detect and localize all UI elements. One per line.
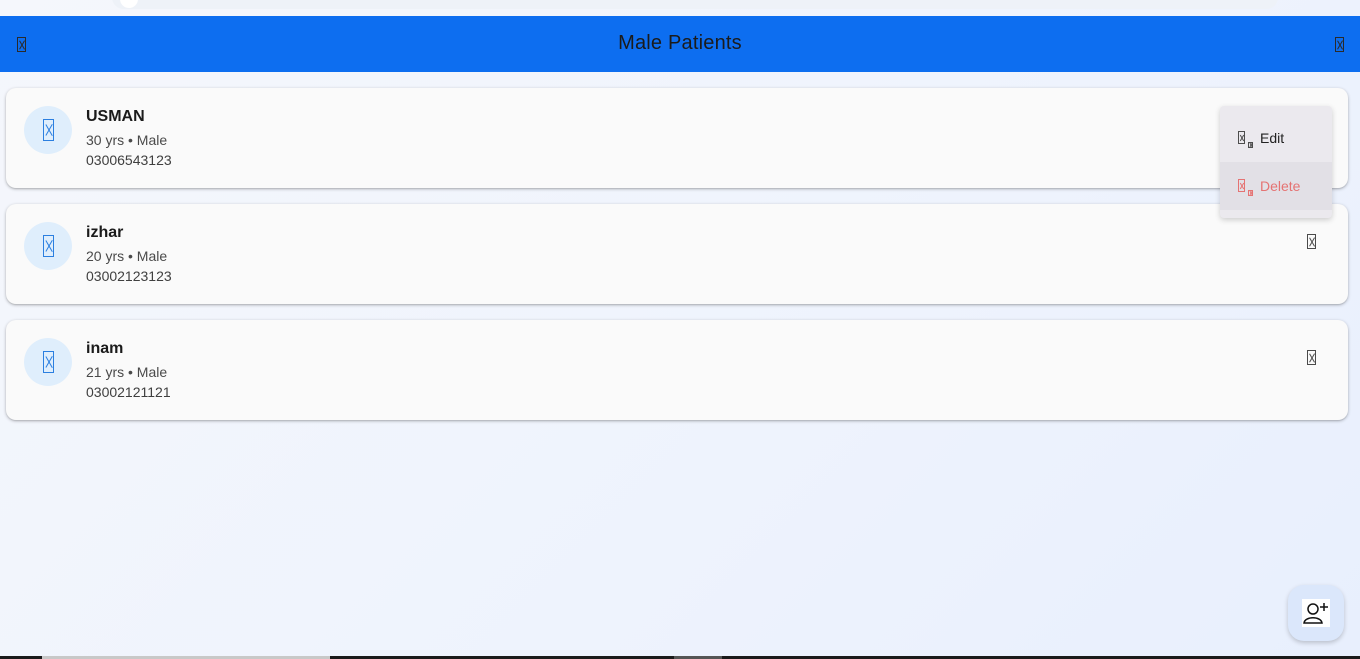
add-person-icon — [1302, 599, 1330, 627]
edit-label: Edit — [1260, 130, 1285, 146]
delete-label: Delete — [1260, 178, 1301, 194]
patient-phone: 03002121121 — [86, 384, 171, 400]
page-title: Male Patients — [618, 32, 742, 54]
delete-menu-item[interactable]: Delete — [1220, 162, 1332, 210]
add-patient-button[interactable] — [1288, 585, 1344, 641]
search-bar[interactable] — [112, 0, 1278, 9]
person-icon — [43, 351, 54, 373]
edit-badge-icon — [1248, 142, 1253, 148]
search-icon — [120, 0, 138, 8]
patient-card[interactable]: USMAN 30 yrs • Male 03006543123 — [6, 88, 1348, 188]
patient-name: izhar — [86, 224, 124, 241]
options-popup-menu: Edit Delete — [1220, 106, 1332, 218]
patient-meta: 30 yrs • Male — [86, 132, 168, 148]
patient-meta: 20 yrs • Male — [86, 248, 168, 264]
avatar — [24, 222, 72, 270]
patient-phone: 03002123123 — [86, 268, 172, 284]
edit-menu-item[interactable]: Edit — [1220, 114, 1332, 162]
patient-phone: 03006543123 — [86, 152, 172, 168]
more-options-icon[interactable] — [1307, 234, 1316, 249]
patient-name: inam — [86, 340, 124, 357]
app-bar: Male Patients — [0, 16, 1360, 72]
app-bar-action-icon[interactable] — [1335, 37, 1344, 52]
patient-name: USMAN — [86, 108, 145, 125]
person-icon — [43, 119, 54, 141]
patient-card[interactable]: izhar 20 yrs • Male 03002123123 — [6, 204, 1348, 304]
delete-icon — [1238, 179, 1245, 192]
person-icon — [43, 235, 54, 257]
more-options-icon[interactable] — [1307, 350, 1316, 365]
avatar — [24, 106, 72, 154]
edit-icon — [1238, 131, 1245, 144]
avatar — [24, 338, 72, 386]
patient-meta: 21 yrs • Male — [86, 364, 168, 380]
delete-badge-icon — [1248, 190, 1253, 196]
patient-card[interactable]: inam 21 yrs • Male 03002121121 — [6, 320, 1348, 420]
